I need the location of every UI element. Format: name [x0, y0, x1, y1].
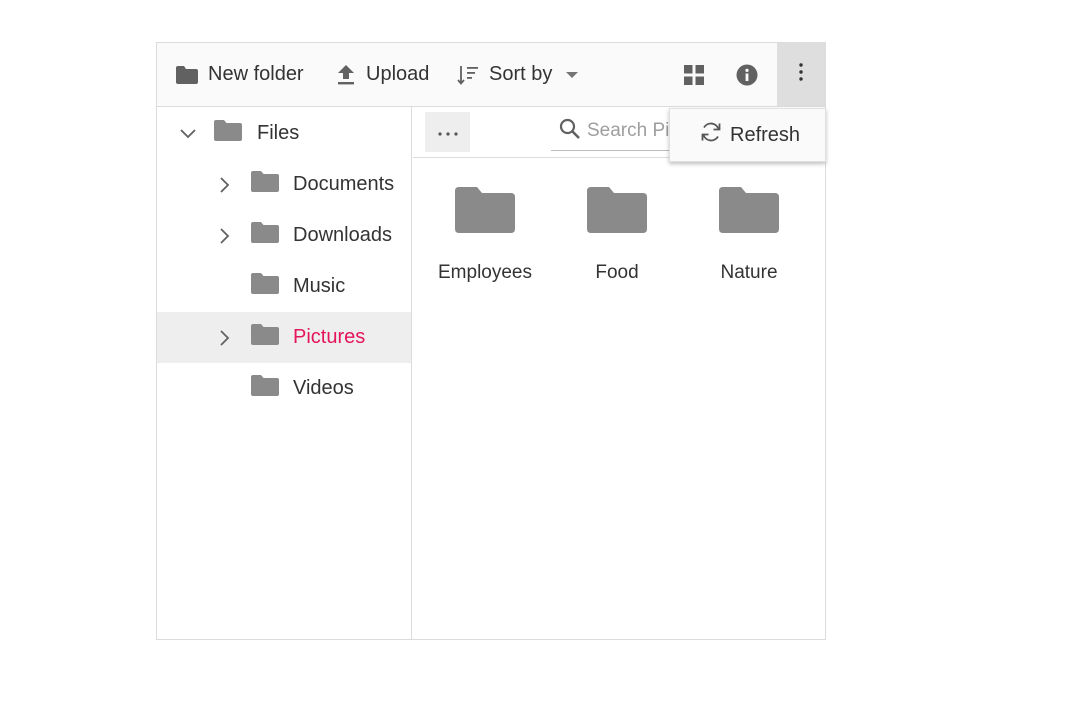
chevron-down-icon[interactable]: [178, 124, 198, 144]
refresh-label: Refresh: [730, 123, 801, 146]
search-box: [551, 112, 671, 151]
tree-item-pictures[interactable]: Pictures: [157, 312, 411, 363]
search-icon: [559, 118, 581, 145]
navigation-pane: Files Documents Downloads Music Pictures…: [157, 107, 412, 639]
tree-item-downloads[interactable]: Downloads: [157, 210, 411, 261]
file-tile-food[interactable]: Food: [562, 187, 672, 297]
refresh-icon: [700, 121, 722, 149]
caret-down-icon: [566, 71, 579, 79]
upload-icon: [336, 64, 356, 86]
more-vertical-icon: [799, 63, 803, 86]
sort-by-label: Sort by: [489, 63, 553, 85]
tree-item-label: Documents: [293, 173, 395, 195]
folder-icon: [719, 187, 779, 238]
folder-icon: [251, 222, 279, 249]
upload-label: Upload: [366, 63, 430, 85]
file-tile-employees[interactable]: Employees: [430, 187, 540, 297]
file-tile-nature[interactable]: Nature: [694, 187, 804, 297]
new-folder-button[interactable]: New folder: [176, 43, 304, 106]
content-pane: Employees Food Nature: [413, 107, 825, 639]
more-horizontal-icon: [437, 123, 458, 141]
sort-icon: [457, 64, 479, 86]
info-icon: [736, 64, 758, 86]
tree-item-files[interactable]: Files: [157, 108, 411, 159]
folder-icon: [251, 324, 279, 351]
folder-icon: [251, 171, 279, 198]
folder-icon: [587, 187, 647, 238]
grid-view-icon: [684, 64, 704, 85]
tree-item-music[interactable]: Music: [157, 261, 411, 312]
tree-item-label: Pictures: [293, 326, 366, 348]
folder-icon: [214, 120, 242, 147]
file-name: Employees: [438, 262, 532, 283]
folder-icon: [251, 273, 279, 300]
chevron-right-icon[interactable]: [215, 175, 235, 195]
folder-icon: [455, 187, 515, 238]
file-name: Food: [595, 262, 639, 283]
new-folder-label: New folder: [208, 63, 304, 85]
search-input[interactable]: [587, 120, 671, 142]
tree-item-videos[interactable]: Videos: [157, 363, 411, 414]
refresh-menu-item[interactable]: Refresh: [669, 108, 826, 162]
tree-item-label: Music: [293, 275, 346, 297]
more-options-button[interactable]: [777, 43, 825, 106]
tree-item-documents[interactable]: Documents: [157, 159, 411, 210]
tree-item-label: Files: [257, 122, 300, 144]
sort-by-button[interactable]: Sort by: [457, 43, 579, 106]
folder-icon: [176, 65, 198, 84]
folder-icon: [251, 375, 279, 402]
tree-item-label: Videos: [293, 377, 354, 399]
chevron-right-icon[interactable]: [215, 226, 235, 246]
upload-button[interactable]: Upload: [336, 43, 429, 106]
tree-item-label: Downloads: [293, 224, 392, 246]
breadcrumb-overflow-button[interactable]: [425, 112, 470, 152]
toolbar: New folder Upload Sort by: [157, 43, 825, 107]
chevron-right-icon[interactable]: [215, 328, 235, 348]
details-button[interactable]: [736, 43, 758, 106]
file-name: Nature: [720, 262, 778, 283]
large-icons-view-button[interactable]: [684, 43, 704, 106]
